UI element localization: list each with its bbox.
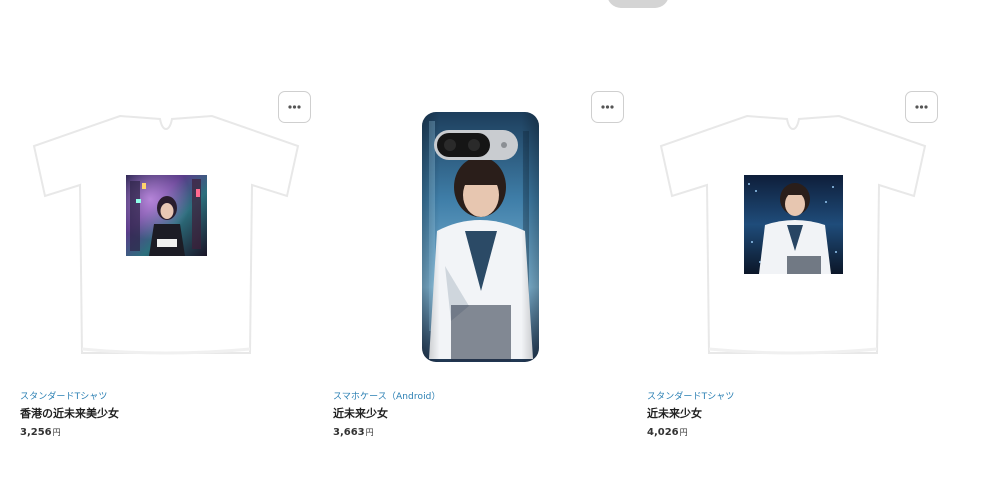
product-image-link[interactable]	[20, 91, 311, 366]
product-price: 3,256円	[20, 427, 61, 438]
more-options-button[interactable]	[278, 91, 311, 123]
more-options-button[interactable]	[591, 91, 624, 123]
top-handle[interactable]	[607, 0, 669, 8]
more-dots-icon	[601, 105, 614, 109]
price-value: 4,026	[647, 427, 679, 438]
product-image-link[interactable]	[647, 91, 938, 366]
product-card[interactable]: スタンダードTシャツ 近未来少女 4,026円	[647, 91, 938, 451]
more-options-button[interactable]	[905, 91, 938, 123]
product-title-link[interactable]: 近未来少女	[647, 405, 702, 421]
print-image-icon	[126, 175, 207, 256]
more-dots-icon	[915, 105, 928, 109]
product-price: 4,026円	[647, 427, 688, 438]
phone-case-icon	[422, 112, 539, 362]
product-title-link[interactable]: 近未来少女	[333, 405, 388, 421]
product-type-link[interactable]: スマホケース（Android）	[333, 389, 441, 402]
product-type-link[interactable]: スタンダードTシャツ	[20, 389, 108, 402]
product-title-link[interactable]: 香港の近未来美少女	[20, 405, 119, 421]
product-grid: スタンダードTシャツ 香港の近未来美少女 3,256円 スマホケース（Andro…	[20, 91, 964, 451]
product-type-link[interactable]: スタンダードTシャツ	[647, 389, 735, 402]
price-currency: 円	[52, 428, 61, 437]
print-image-icon	[744, 175, 843, 274]
price-currency: 円	[365, 428, 374, 437]
product-card[interactable]: スマホケース（Android） 近未来少女 3,663円	[333, 91, 624, 451]
product-card[interactable]: スタンダードTシャツ 香港の近未来美少女 3,256円	[20, 91, 311, 451]
product-price: 3,663円	[333, 427, 374, 438]
price-value: 3,663	[333, 427, 365, 438]
tshirt-icon	[659, 114, 927, 355]
price-value: 3,256	[20, 427, 52, 438]
more-dots-icon	[288, 105, 301, 109]
product-image-link[interactable]	[333, 91, 624, 366]
price-currency: 円	[679, 428, 688, 437]
tshirt-icon	[32, 114, 300, 355]
